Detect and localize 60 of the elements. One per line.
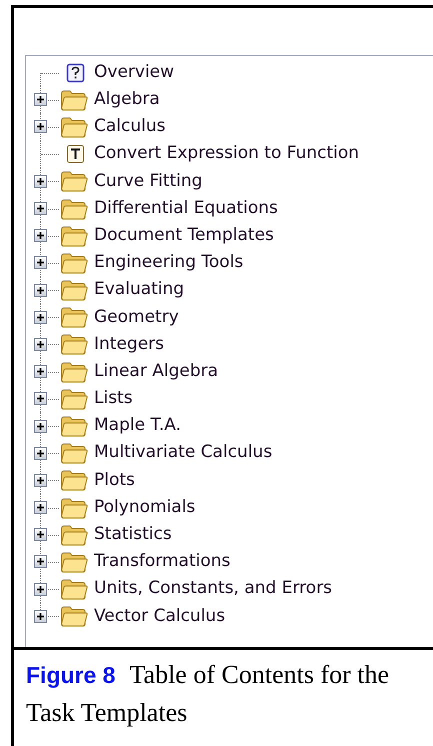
expand-toggle[interactable] [34, 229, 47, 242]
expand-toggle[interactable] [34, 202, 47, 216]
expand-toggle[interactable] [34, 284, 47, 297]
expand-toggle[interactable] [34, 338, 47, 351]
folder-icon [60, 360, 88, 383]
folder-icon [60, 279, 88, 302]
expand-toggle[interactable] [34, 474, 47, 487]
tree-item[interactable]: Maple T.A. [94, 413, 181, 439]
folder-icon [60, 550, 88, 573]
folder-icon [60, 496, 88, 519]
folder-icon [60, 333, 88, 356]
tree-item[interactable]: Overview [94, 60, 174, 86]
expand-toggle[interactable] [34, 528, 47, 542]
tree-item[interactable]: Multivariate Calculus [94, 440, 272, 466]
expand-toggle[interactable] [34, 174, 47, 188]
expand-toggle[interactable] [34, 365, 47, 378]
folder-icon [60, 252, 88, 274]
folder-icon [60, 524, 88, 546]
expand-toggle[interactable] [34, 120, 47, 134]
expand-toggle[interactable] [34, 555, 47, 568]
expand-toggle[interactable] [34, 93, 47, 106]
tree-item[interactable]: Calculus [94, 114, 166, 140]
expand-toggle[interactable] [34, 392, 47, 406]
expand-toggle[interactable] [34, 582, 47, 596]
folder-icon [60, 198, 88, 220]
tree-item[interactable]: Linear Algebra [94, 358, 218, 384]
folder-icon [60, 306, 88, 328]
tree-item[interactable]: Transformations [94, 549, 230, 575]
tree-item[interactable]: Document Templates [94, 222, 274, 248]
tree-item[interactable]: Engineering Tools [94, 250, 244, 276]
expand-toggle[interactable] [34, 446, 47, 460]
folder-icon [60, 116, 88, 138]
folder-icon [60, 170, 88, 192]
expand-toggle[interactable] [34, 610, 47, 623]
tree-item[interactable]: Algebra [94, 87, 160, 113]
folder-icon [60, 442, 88, 464]
folder-icon [60, 415, 88, 438]
tree-item[interactable]: Convert Expression to Function [94, 141, 360, 167]
figure-caption: Figure 8 Table of Contents for the Task Templates [25, 659, 390, 729]
expand-toggle[interactable] [34, 256, 47, 270]
tree-item[interactable]: Evaluating [94, 277, 184, 303]
folder-icon [60, 605, 88, 628]
folder-icon [60, 469, 88, 492]
tree-item[interactable]: Curve Fitting [94, 168, 202, 194]
expand-toggle[interactable] [34, 310, 47, 324]
folder-icon [60, 578, 88, 600]
tree-item[interactable]: Differential Equations [94, 196, 278, 222]
folder-icon [60, 88, 88, 111]
tree-item[interactable]: Geometry [94, 304, 179, 330]
tree-item[interactable]: Lists [94, 386, 133, 412]
tree-item[interactable]: Plots [94, 468, 135, 494]
folder-icon [60, 224, 88, 247]
tree-item[interactable]: Vector Calculus [94, 604, 226, 630]
tree-item[interactable]: Units, Constants, and Errors [94, 576, 332, 602]
expand-toggle[interactable] [34, 420, 47, 433]
folder-icon [60, 388, 88, 410]
tree-item[interactable]: Polynomials [94, 494, 196, 520]
tree-item[interactable]: Statistics [94, 522, 172, 548]
expand-toggle[interactable] [34, 501, 47, 514]
tree-item[interactable]: Integers [94, 332, 164, 358]
